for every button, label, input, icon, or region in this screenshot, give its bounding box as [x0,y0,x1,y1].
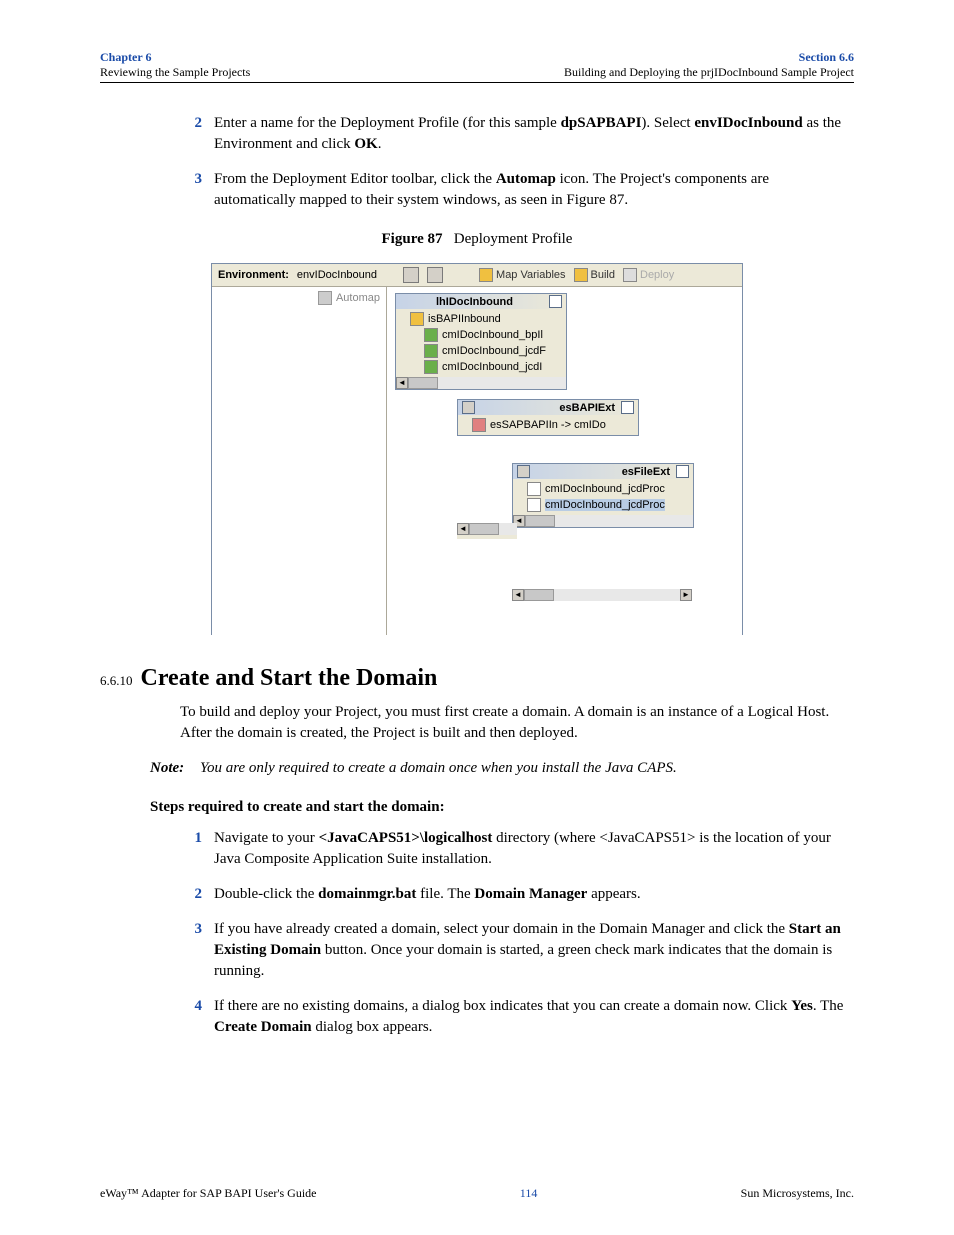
step-item: 4 If there are no existing domains, a di… [180,996,854,1038]
deploy-icon [623,268,637,282]
footer-right: Sun Microsystems, Inc. [741,1186,854,1201]
figure-caption: Figure 87 Deployment Profile [100,231,854,248]
scrollbar-fragment[interactable]: ◄ [457,523,517,539]
step-text: From the Deployment Editor toolbar, clic… [214,169,854,211]
section-link[interactable]: Section 6.6 [799,50,854,64]
step-text: If there are no existing domains, a dial… [214,996,854,1038]
note: Note: You are only required to create a … [150,760,854,777]
window-control-icon[interactable] [462,401,475,414]
component-icon [472,418,486,432]
section-heading: 6.6.10 Create and Start the Domain [100,665,854,692]
window-control-icon[interactable] [549,295,562,308]
steps-heading: Steps required to create and start the d… [150,799,854,816]
component-icon [424,344,438,358]
variables-icon [479,268,493,282]
chapter-link[interactable]: Chapter 6 [100,50,151,64]
section-subtitle: Building and Deploying the prjIDocInboun… [564,65,854,79]
tree-row[interactable]: cmIDocInbound_jcdProc [517,481,689,497]
page-footer: eWay™ Adapter for SAP BAPI User's Guide … [100,1186,854,1201]
tree-row[interactable]: cmIDocInbound_jcdProc [517,497,689,513]
step-number: 3 [180,919,214,982]
step-number: 2 [180,113,214,155]
env-value: envIDocInbound [297,269,377,281]
tree-row[interactable]: cmIDocInbound_jcdI [400,359,562,375]
paragraph: To build and deploy your Project, you mu… [180,702,854,744]
tree-row[interactable]: cmIDocInbound_jcdF [400,343,562,359]
build-button[interactable]: Build [574,268,615,282]
tree-row[interactable]: esSAPBAPIIn -> cmIDo [462,417,634,433]
automap-icon [318,291,332,305]
step-text: Enter a name for the Deployment Profile … [214,113,854,155]
env-label: Environment: [218,269,289,281]
tree-row[interactable]: cmIDocInbound_bpIl [400,327,562,343]
step-text: If you have already created a domain, se… [214,919,854,982]
chapter-subtitle: Reviewing the Sample Projects [100,65,250,79]
page-header: Chapter 6 Reviewing the Sample Projects … [100,50,854,83]
scrollbar[interactable]: ◄ [396,377,566,389]
component-icon [424,328,438,342]
window-lh[interactable]: lhIDocInbound isBAPIInbound cmIDocInboun… [395,293,567,390]
window-control-icon[interactable] [621,401,634,414]
deploy-button[interactable]: Deploy [623,268,674,282]
step-item: 2 Double-click the domainmgr.bat file. T… [180,884,854,905]
tree-row[interactable]: isBAPIInbound [400,311,562,327]
toolbar-icon[interactable] [403,267,419,283]
toolbar-icon[interactable] [427,267,443,283]
figure-right-panel: lhIDocInbound isBAPIInbound cmIDocInboun… [387,287,742,635]
window-control-icon[interactable] [676,465,689,478]
map-variables-button[interactable]: Map Variables [479,268,566,282]
step-number: 4 [180,996,214,1038]
top-steps: 2 Enter a name for the Deployment Profil… [180,113,854,211]
figure-left-panel: Automap [212,287,387,635]
window-file[interactable]: esFileExt cmIDocInbound_jcdProc cmIDocIn… [512,463,694,528]
figure-toolbar: Environment: envIDocInbound Map Variable… [212,264,742,287]
step-text: Navigate to your <JavaCAPS51>\logicalhos… [214,828,854,870]
step-number: 2 [180,884,214,905]
step-number: 1 [180,828,214,870]
build-icon [574,268,588,282]
component-icon [410,312,424,326]
note-label: Note: [150,760,200,777]
footer-left: eWay™ Adapter for SAP BAPI User's Guide [100,1186,316,1201]
bottom-steps: 1 Navigate to your <JavaCAPS51>\logicalh… [180,828,854,1038]
figure-deployment-profile: Environment: envIDocInbound Map Variable… [211,263,743,635]
step-item: 3 If you have already created a domain, … [180,919,854,982]
window-bapi[interactable]: esBAPIExt esSAPBAPIIn -> cmIDo [457,399,639,436]
scrollbar-fragment[interactable]: ◄► [512,589,692,601]
step-item: 3 From the Deployment Editor toolbar, cl… [180,169,854,211]
section-title: Create and Start the Domain [141,665,438,692]
window-control-icon[interactable] [517,465,530,478]
step-item: 2 Enter a name for the Deployment Profil… [180,113,854,155]
step-number: 3 [180,169,214,211]
section-number: 6.6.10 [100,673,133,689]
scrollbar[interactable]: ◄ [513,515,693,527]
automap-button[interactable]: Automap [318,291,380,305]
step-item: 1 Navigate to your <JavaCAPS51>\logicalh… [180,828,854,870]
note-text: You are only required to create a domain… [200,760,854,777]
step-text: Double-click the domainmgr.bat file. The… [214,884,854,905]
component-icon [424,360,438,374]
page-number: 114 [520,1186,538,1201]
file-icon [527,482,541,496]
file-icon [527,498,541,512]
